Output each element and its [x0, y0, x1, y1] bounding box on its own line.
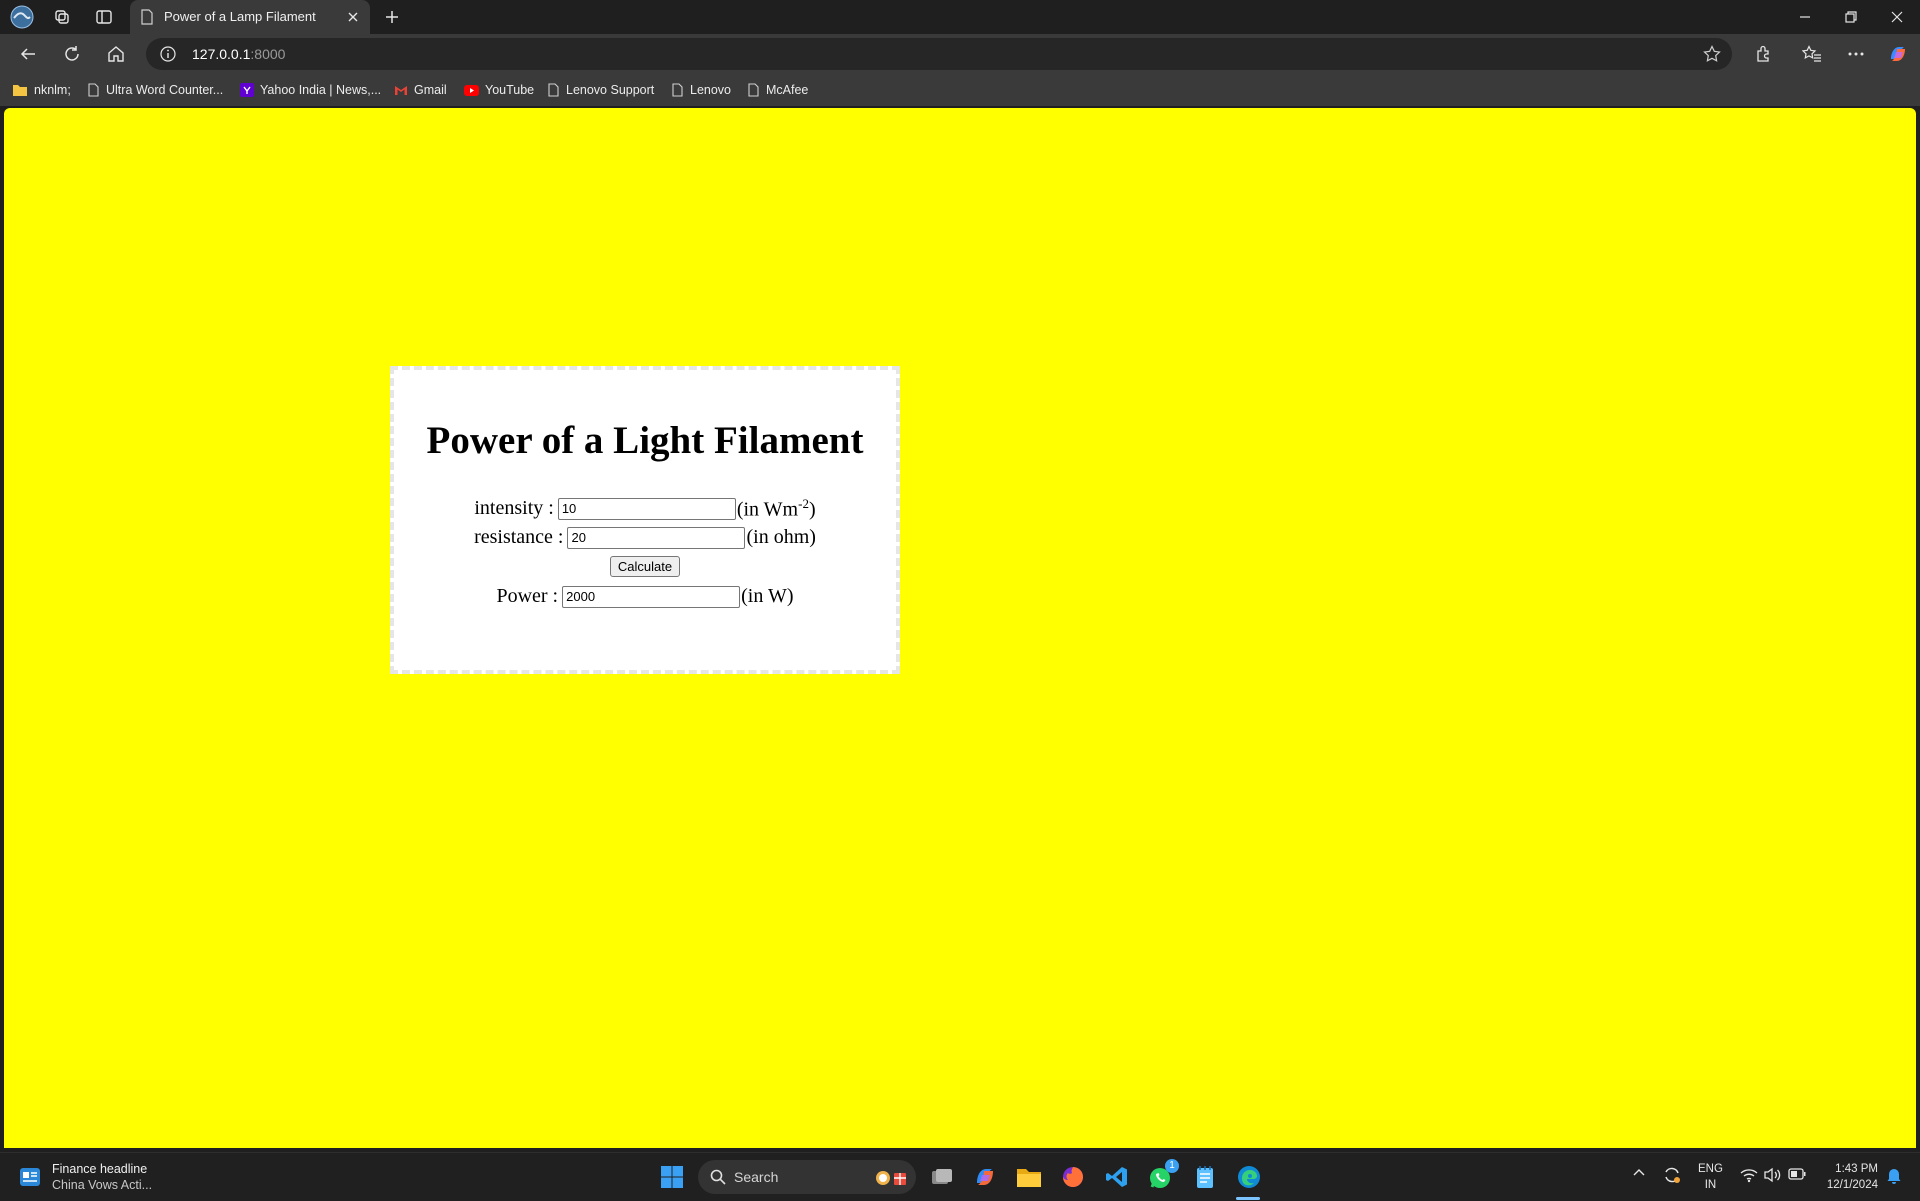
task-view-icon[interactable]: [924, 1161, 960, 1193]
folder-icon: [12, 83, 28, 97]
bookmark-lenovo[interactable]: Lenovo: [672, 81, 731, 99]
browser-toolbar: 127.0.0.1:8000: [0, 34, 1920, 74]
battery-icon[interactable]: [1788, 1168, 1806, 1180]
news-icon: [18, 1165, 42, 1189]
restore-icon[interactable]: [1828, 0, 1874, 34]
bookmark-nknlm[interactable]: nknlm;: [12, 81, 71, 99]
page-icon: [140, 9, 154, 25]
notepad-icon[interactable]: [1187, 1161, 1223, 1193]
youtube-icon: [464, 84, 479, 96]
bookmark-yahoo[interactable]: Yahoo India | News,...: [240, 81, 381, 99]
new-tab-icon[interactable]: [378, 3, 406, 31]
wifi-icon[interactable]: [1740, 1167, 1758, 1183]
bookmark-youtube[interactable]: YouTube: [464, 81, 534, 99]
search-highlight-icon: [874, 1167, 908, 1187]
power-unit: (in W): [741, 585, 794, 607]
bookmarks-bar: nknlm; Ultra Word Counter... Yahoo India…: [0, 74, 1920, 106]
favorites-icon[interactable]: [1796, 38, 1828, 70]
yahoo-icon: [240, 83, 254, 97]
power-output[interactable]: [562, 585, 741, 608]
volume-icon[interactable]: [1764, 1167, 1782, 1183]
news-subtitle: China Vows Acti...: [52, 1178, 153, 1192]
bookmark-mcafee[interactable]: McAfee: [748, 81, 808, 99]
intensity-unit: (in Wm-2): [736, 496, 816, 521]
power-label: Power :: [496, 585, 559, 607]
bookmark-ultra-word-counter[interactable]: Ultra Word Counter...: [88, 81, 223, 99]
bookmark-label: Gmail: [414, 83, 447, 97]
clock[interactable]: 1:43 PM 12/1/2024: [1818, 1161, 1878, 1193]
refresh-icon[interactable]: [56, 38, 88, 70]
close-tab-icon[interactable]: [342, 6, 364, 28]
taskbar: Finance headline China Vows Acti... Sear…: [0, 1152, 1920, 1201]
search-icon: [710, 1169, 726, 1185]
whatsapp-badge: 1: [1165, 1159, 1179, 1173]
tab-strip: Power of a Lamp Filament: [0, 0, 1920, 34]
intensity-row: intensity : (in Wm-2): [394, 496, 896, 522]
bookmark-label: Lenovo Support: [566, 83, 655, 97]
page-title: Power of a Light Filament: [426, 419, 864, 462]
site-info-icon[interactable]: [158, 44, 178, 64]
workspaces-icon[interactable]: [44, 3, 80, 31]
page-icon: [748, 83, 760, 97]
file-explorer-icon[interactable]: [1011, 1161, 1047, 1193]
address-bar[interactable]: 127.0.0.1:8000: [146, 38, 1732, 70]
bookmark-lenovo-support[interactable]: Lenovo Support: [548, 81, 654, 99]
taskbar-search[interactable]: Search: [698, 1160, 916, 1194]
windows-start-icon[interactable]: [654, 1161, 690, 1193]
url-text: 127.0.0.1:8000: [192, 46, 286, 62]
edge-icon[interactable]: [1231, 1161, 1267, 1193]
news-title: Finance headline: [52, 1162, 148, 1176]
minimize-icon[interactable]: [1782, 0, 1828, 34]
bookmark-label: Ultra Word Counter...: [106, 83, 224, 97]
bookmark-gmail[interactable]: Gmail: [394, 81, 447, 99]
bookmark-label: nknlm;: [34, 83, 71, 97]
calculate-row: Calculate: [394, 556, 896, 577]
sync-icon[interactable]: [1662, 1165, 1682, 1185]
copilot-taskbar-icon[interactable]: [967, 1161, 1003, 1193]
more-options-icon[interactable]: [1840, 38, 1872, 70]
favorite-star-icon[interactable]: [1702, 44, 1722, 64]
vertical-tabs-icon[interactable]: [86, 3, 122, 31]
notification-bell-icon[interactable]: [1886, 1166, 1902, 1184]
page-icon: [672, 83, 684, 97]
extensions-icon[interactable]: [1748, 38, 1780, 70]
profile-avatar-icon[interactable]: [4, 3, 40, 31]
active-tab[interactable]: Power of a Lamp Filament: [130, 0, 370, 34]
language-indicator[interactable]: ENG IN: [1698, 1161, 1723, 1193]
bookmark-label: Yahoo India | News,...: [260, 83, 382, 97]
page-icon: [548, 83, 560, 97]
resistance-label: resistance :: [474, 526, 564, 548]
gmail-icon: [394, 85, 408, 96]
page-icon: [88, 83, 100, 97]
vscode-icon[interactable]: [1099, 1161, 1135, 1193]
bookmark-label: McAfee: [766, 83, 809, 97]
resistance-unit: (in ohm): [746, 526, 816, 548]
resistance-row: resistance : (in ohm): [394, 526, 896, 549]
search-label: Search: [734, 1169, 779, 1185]
chevron-up-icon[interactable]: [1632, 1167, 1646, 1177]
bookmark-label: Lenovo: [690, 83, 732, 97]
calculate-button[interactable]: Calculate: [609, 556, 681, 577]
intensity-input[interactable]: [557, 497, 736, 520]
home-icon[interactable]: [100, 38, 132, 70]
news-widget[interactable]: Finance headline China Vows Acti...: [18, 1161, 152, 1193]
copilot-icon[interactable]: [1882, 38, 1914, 70]
whatsapp-icon[interactable]: 1: [1143, 1159, 1179, 1193]
close-window-icon[interactable]: [1874, 0, 1920, 34]
calculator-card: Power of a Light Filament intensity : (i…: [390, 366, 900, 674]
page-viewport: Power of a Light Filament intensity : (i…: [4, 108, 1916, 1148]
intensity-label: intensity :: [474, 497, 554, 520]
back-icon[interactable]: [12, 38, 44, 70]
resistance-input[interactable]: [567, 526, 746, 549]
power-row: Power : (in W): [394, 585, 896, 608]
firefox-icon[interactable]: [1055, 1161, 1091, 1193]
tab-title: Power of a Lamp Filament: [164, 9, 316, 24]
bookmark-label: YouTube: [485, 83, 535, 97]
